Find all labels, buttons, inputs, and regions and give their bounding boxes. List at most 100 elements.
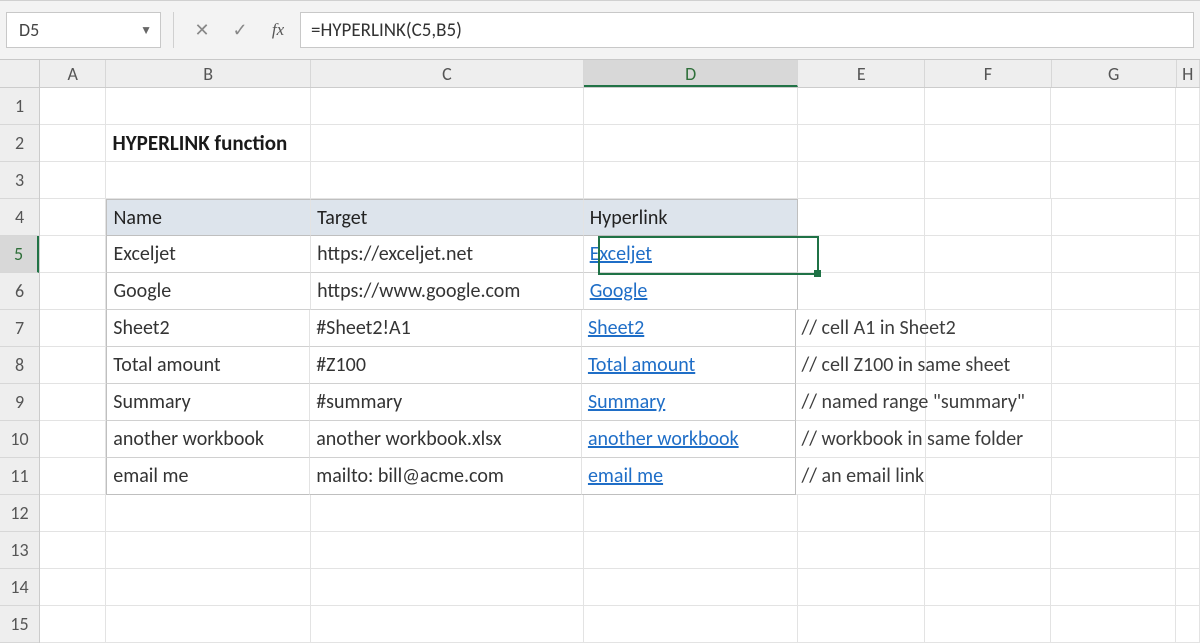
cell[interactable] — [40, 236, 106, 273]
cell-name[interactable]: Exceljet — [106, 236, 311, 273]
cell[interactable] — [40, 569, 106, 606]
cell-hyperlink[interactable]: another workbook — [582, 421, 796, 458]
row-header-13[interactable]: 13 — [0, 532, 39, 569]
cell[interactable] — [1176, 310, 1200, 347]
cell[interactable] — [1176, 88, 1200, 125]
cell[interactable] — [1051, 606, 1176, 643]
cell[interactable] — [798, 199, 925, 236]
row-header-5[interactable]: 5 — [0, 236, 39, 273]
cell[interactable] — [40, 421, 106, 458]
cell-comment[interactable]: // cell A1 in Sheet2 — [796, 310, 926, 347]
row-header-11[interactable]: 11 — [0, 458, 39, 495]
cell[interactable] — [1052, 236, 1177, 273]
col-header-H[interactable]: H — [1177, 60, 1200, 87]
cell[interactable] — [311, 606, 584, 643]
cell[interactable] — [798, 606, 925, 643]
cell[interactable] — [798, 88, 925, 125]
cell-comment[interactable]: // workbook in same folder — [796, 421, 926, 458]
cell-hyperlink[interactable]: Google — [584, 273, 798, 310]
row-header-12[interactable]: 12 — [0, 495, 39, 532]
row-header-15[interactable]: 15 — [0, 606, 39, 643]
cell-comment[interactable]: // named range "summary" — [796, 384, 926, 421]
cell[interactable] — [311, 162, 584, 199]
cell-target[interactable]: #summary — [310, 384, 582, 421]
cell[interactable] — [925, 236, 1052, 273]
hyperlink[interactable]: Summary — [588, 390, 665, 414]
cell[interactable] — [311, 88, 584, 125]
cell[interactable] — [1176, 532, 1200, 569]
cell[interactable] — [798, 162, 925, 199]
col-header-D[interactable]: D — [584, 60, 798, 87]
row-header-7[interactable]: 7 — [0, 310, 39, 347]
hyperlink[interactable]: Total amount — [588, 353, 695, 377]
hyperlink[interactable]: Sheet2 — [588, 316, 644, 340]
formula-input[interactable]: =HYPERLINK(C5,B5) — [300, 12, 1194, 48]
cell-hyperlink[interactable]: Summary — [582, 384, 796, 421]
cell[interactable] — [40, 273, 106, 310]
hyperlink[interactable]: email me — [588, 464, 663, 488]
cell-target[interactable]: mailto: bill@acme.com — [310, 458, 582, 495]
cell[interactable] — [311, 532, 584, 569]
cell[interactable] — [40, 199, 106, 236]
cell[interactable] — [926, 347, 1052, 384]
cell-target[interactable]: #Z100 — [310, 347, 582, 384]
cell[interactable] — [1052, 458, 1176, 495]
cell-name[interactable]: another workbook — [106, 421, 310, 458]
hyperlink[interactable]: Exceljet — [590, 242, 652, 266]
cell[interactable] — [584, 532, 798, 569]
cell-comment[interactable] — [798, 236, 925, 273]
cell[interactable] — [798, 125, 925, 162]
cell[interactable] — [1176, 199, 1200, 236]
cancel-formula-icon[interactable]: ✕ — [186, 12, 218, 48]
cell[interactable] — [106, 162, 311, 199]
cell-comment[interactable]: // an email link — [796, 458, 926, 495]
cell[interactable] — [925, 569, 1052, 606]
select-all-corner[interactable] — [0, 60, 40, 88]
row-header-1[interactable]: 1 — [0, 88, 39, 125]
cell[interactable] — [925, 162, 1052, 199]
cell[interactable] — [925, 273, 1052, 310]
cell[interactable] — [1051, 88, 1176, 125]
col-header-A[interactable]: A — [40, 60, 106, 87]
cell[interactable] — [925, 125, 1052, 162]
row-header-8[interactable]: 8 — [0, 347, 39, 384]
cell[interactable] — [40, 532, 106, 569]
cell[interactable] — [40, 458, 106, 495]
cell-name[interactable]: Summary — [106, 384, 310, 421]
cell[interactable] — [40, 347, 106, 384]
cell[interactable] — [925, 88, 1052, 125]
cell[interactable] — [1176, 569, 1200, 606]
cell[interactable] — [1051, 532, 1176, 569]
cell[interactable] — [925, 606, 1052, 643]
cell[interactable] — [311, 569, 584, 606]
cell[interactable] — [1052, 347, 1176, 384]
cell-name[interactable]: Google — [106, 273, 311, 310]
cell[interactable] — [584, 162, 798, 199]
col-header-F[interactable]: F — [925, 60, 1052, 87]
row-header-3[interactable]: 3 — [0, 162, 39, 199]
cell[interactable] — [311, 495, 584, 532]
cell[interactable] — [106, 606, 311, 643]
cell[interactable] — [106, 532, 311, 569]
cell[interactable] — [1176, 458, 1200, 495]
cell[interactable] — [106, 495, 311, 532]
cell[interactable] — [106, 569, 311, 606]
col-header-G[interactable]: G — [1052, 60, 1177, 87]
cell[interactable] — [1052, 310, 1176, 347]
table-header-name[interactable]: Name — [106, 199, 311, 236]
cells-area[interactable]: HYPERLINK function Name Target Hyperlink — [40, 88, 1200, 630]
hyperlink[interactable]: Google — [590, 279, 648, 303]
cell[interactable] — [40, 495, 106, 532]
col-header-C[interactable]: C — [311, 60, 584, 87]
hyperlink[interactable]: another workbook — [588, 427, 739, 451]
cell[interactable] — [40, 606, 106, 643]
cell[interactable] — [1051, 569, 1176, 606]
cell[interactable] — [798, 495, 925, 532]
cell[interactable] — [584, 125, 798, 162]
row-header-2[interactable]: 2 — [0, 125, 39, 162]
cell[interactable] — [40, 88, 106, 125]
cell[interactable] — [1176, 384, 1200, 421]
cell-comment[interactable] — [798, 273, 925, 310]
cell[interactable] — [1051, 162, 1176, 199]
name-box[interactable]: D5 ▼ — [6, 12, 161, 48]
